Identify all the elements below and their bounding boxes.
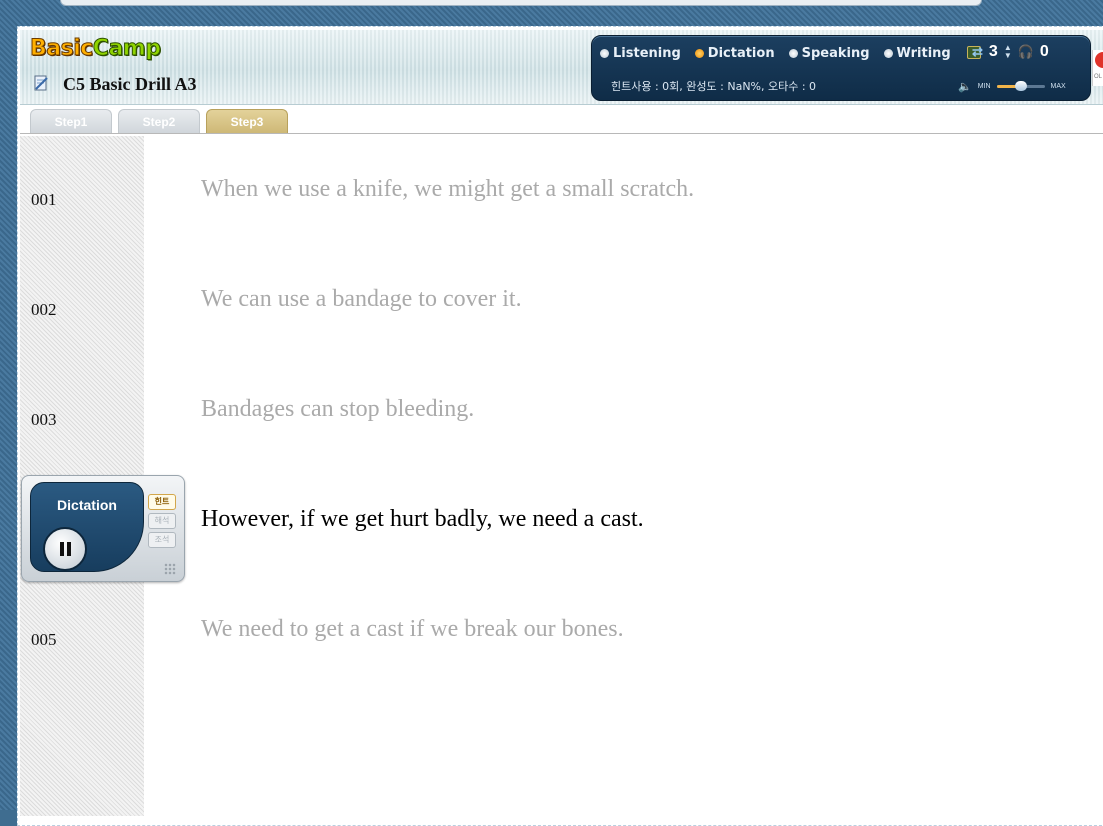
sentence-text: We need to get a cast if we break our bo… [201,616,624,642]
option-button[interactable]: 조석 [148,532,176,548]
mode-writing-label: Writing [896,46,951,61]
player-side-buttons: 힌트 해석 조석 [148,494,176,548]
tab-step1[interactable]: Step1 [30,109,112,134]
list-item[interactable]: 001 When we use a knife, we might get a … [0,136,1103,246]
volume-max-label: MAX [1050,83,1066,90]
mode-dictation[interactable]: Dictation [694,46,775,61]
tab-step2[interactable]: Step2 [118,109,200,134]
side-logo-text: OL [1094,74,1103,80]
list-item[interactable]: 005 We need to get a cast if we break ou… [0,576,1103,686]
row-number: 001 [31,190,57,209]
notebook-icon [34,75,48,91]
mode-writing[interactable]: Writing [883,46,951,61]
radio-dot-icon [883,49,893,58]
headphone-count: 0 [1039,43,1049,60]
mode-listening-label: Listening [613,46,681,61]
radio-dot-icon [600,49,609,58]
list-item[interactable]: 003 Bandages can stop bleeding. [0,356,1103,466]
window-top-edge [60,0,982,6]
basic-camp-logo: BasicCamp [30,36,162,62]
volume-min-label: MIN [977,83,991,90]
logo-part-basic: Basic [30,36,94,62]
row-number: 003 [31,410,57,429]
repeat-count: 3 [988,43,998,60]
volume-slider-knob[interactable] [1014,81,1027,91]
side-logo: OL [1092,50,1103,86]
mode-selector: Listening Dictation Speaking Writing [600,46,981,61]
repeat-icon: ⇄ [972,44,983,59]
logo-part-camp: Camp [92,36,161,62]
page-title: C5 Basic Drill A3 [63,74,197,94]
translation-button[interactable]: 해석 [148,513,176,529]
volume-slider[interactable] [996,81,1045,91]
resize-grip-icon[interactable] [164,563,176,575]
tab-step3[interactable]: Step3 [206,109,288,134]
repeat-counter: ⇄ 3 ▲ ▼ 🎧 0 [972,43,1049,61]
mode-speaking[interactable]: Speaking [788,46,870,61]
volume-control: 🔈 MIN MAX [958,80,1066,93]
speaker-icon[interactable]: 🔈 [958,80,972,93]
red-circle-logo-icon [1095,52,1103,68]
current-sentence-text: However, if we get hurt badly, we need a… [201,506,644,532]
sentence-text: We can use a bandage to cover it. [201,286,522,312]
mode-listening[interactable]: Listening [600,46,681,61]
hint-button[interactable]: 힌트 [148,494,176,510]
list-item[interactable]: 002 We can use a bandage to cover it. [0,246,1103,356]
pause-button[interactable] [43,527,87,571]
row-number: 002 [31,300,57,319]
mode-speaking-label: Speaking [801,46,870,61]
mode-control-panel: Listening Dictation Speaking Writing ⇄ 3… [591,35,1091,101]
sentence-text: When we use a knife, we might get a smal… [201,176,695,202]
pause-icon [59,542,71,556]
stats-text: 힌트사용 : 0회, 완성도 : NaN%, 오타수 : 0 [611,80,817,93]
stepper-down-icon[interactable]: ▼ [1004,52,1012,60]
step-tabs: Step1 Step2 Step3 [30,109,288,134]
headphone-icon: 🎧 [1017,44,1034,59]
radio-dot-active-icon [694,49,704,58]
row-number: 005 [31,630,57,649]
repeat-stepper[interactable]: ▲ ▼ [1004,44,1012,60]
mode-dictation-label: Dictation [707,46,775,61]
player-mode-label: Dictation [57,497,117,513]
player-panel: Dictation [30,482,144,572]
sentence-text: Bandages can stop bleeding. [201,396,475,422]
tab-divider [20,133,1103,134]
dictation-player: Dictation 힌트 해석 조석 [21,475,185,582]
radio-dot-icon [788,49,798,58]
